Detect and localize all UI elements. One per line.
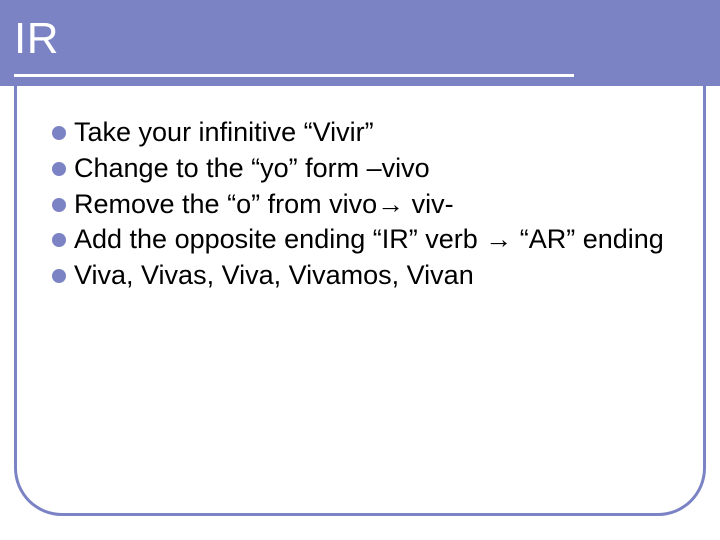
slide-title: IR	[14, 14, 59, 64]
bullet-text: Change to the “yo” form –vivo	[74, 152, 430, 186]
list-item: Remove the “o” from vivo→ viv-	[52, 188, 672, 222]
bullet-text: Remove the “o” from vivo→ viv-	[74, 188, 454, 222]
slide: IR Take your infinitive “Vivir” Change t…	[0, 0, 720, 540]
bullet-list: Take your infinitive “Vivir” Change to t…	[52, 116, 672, 295]
list-item: Change to the “yo” form –vivo	[52, 152, 672, 186]
bullet-icon	[52, 269, 66, 283]
bullet-icon	[52, 233, 66, 247]
list-item: Add the opposite ending “IR” verb → “AR”…	[52, 223, 672, 257]
bullet-text: Add the opposite ending “IR” verb → “AR”…	[74, 223, 664, 257]
title-underline	[14, 74, 574, 77]
bullet-icon	[52, 126, 66, 140]
list-item: Take your infinitive “Vivir”	[52, 116, 672, 150]
bullet-text: Take your infinitive “Vivir”	[74, 116, 374, 150]
bullet-icon	[52, 162, 66, 176]
bullet-icon	[52, 198, 66, 212]
bullet-text: Viva, Vivas, Viva, Vivamos, Vivan	[74, 259, 474, 293]
list-item: Viva, Vivas, Viva, Vivamos, Vivan	[52, 259, 672, 293]
